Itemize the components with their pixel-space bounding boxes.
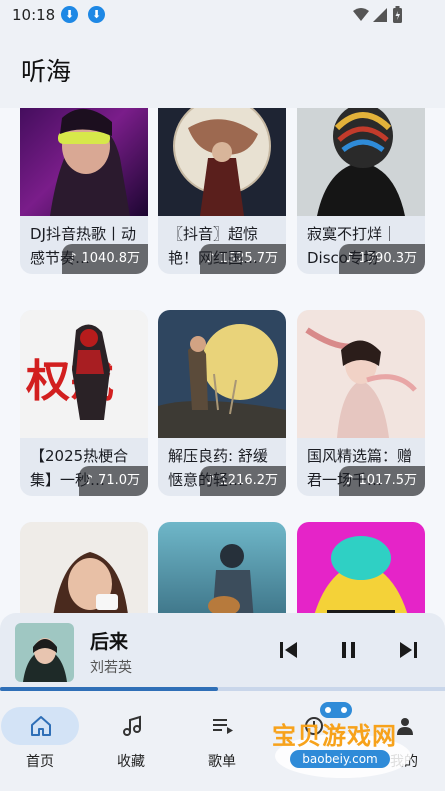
status-icons bbox=[353, 6, 402, 23]
watermark-text: 宝贝游戏网 bbox=[272, 722, 397, 750]
nav-label-playlists: 歌单 bbox=[208, 754, 236, 770]
playlist-cover bbox=[158, 108, 286, 216]
playlist-cover bbox=[158, 522, 286, 613]
watermark-logo: 宝贝游戏网 baobeiy.com bbox=[268, 700, 418, 778]
watermark-url: baobeiy.com bbox=[290, 750, 390, 768]
nav-label-favorites: 收藏 bbox=[117, 754, 145, 770]
playlist-cover: 权戒 bbox=[20, 310, 148, 438]
playlist-title: DJ抖音热歌丨动感节奏… bbox=[30, 225, 136, 267]
playlist-title: 寂寞不打烊｜Disco专场 bbox=[307, 225, 398, 267]
playlist-icon bbox=[213, 719, 233, 734]
pause-icon bbox=[342, 642, 346, 658]
wifi-icon bbox=[353, 8, 369, 21]
playlist-card[interactable] bbox=[297, 522, 425, 613]
previous-button[interactable] bbox=[279, 639, 299, 661]
download-icon: ⬇ bbox=[88, 6, 105, 23]
playlist-cover bbox=[20, 108, 148, 216]
playlist-card[interactable]: ♪ 1040.8万 DJ抖音热歌丨动感节奏… bbox=[20, 108, 148, 274]
playlist-cover bbox=[20, 522, 148, 613]
download-icon: ⬇ bbox=[61, 6, 78, 23]
nav-label-home: 首页 bbox=[26, 754, 54, 770]
pause-button[interactable] bbox=[339, 639, 359, 661]
status-time: 10:18 bbox=[12, 6, 56, 24]
playlist-card[interactable]: ♪ 1390.3万 寂寞不打烊｜Disco专场 bbox=[297, 108, 425, 274]
music-note-icon bbox=[123, 715, 141, 736]
playlist-cover bbox=[297, 108, 425, 216]
nav-icon-container bbox=[183, 707, 261, 745]
playlist-title: 国风精选篇：赠君一场千… bbox=[307, 447, 413, 489]
playlist-cover bbox=[297, 310, 425, 438]
skip-next-icon bbox=[400, 642, 412, 658]
now-playing-artist: 刘若英 bbox=[90, 660, 132, 676]
status-bar: 10:18 ⬇ ⬇ bbox=[0, 0, 445, 30]
playlist-cover bbox=[158, 310, 286, 438]
now-playing-title: 后来 bbox=[90, 631, 129, 653]
playlist-title: 【2025热梗合集】一秒… bbox=[30, 447, 129, 489]
playlist-card[interactable] bbox=[158, 522, 286, 613]
playlist-title: 〖抖音〗超惊艳！网红国… bbox=[168, 225, 259, 267]
playback-progress[interactable] bbox=[0, 687, 445, 691]
mini-player[interactable]: 后来 刘若英 bbox=[0, 613, 445, 691]
playlist-card[interactable]: ♪ 1216.2万 解压良药: 舒缓惬意的轻… bbox=[158, 310, 286, 496]
playlist-card[interactable]: ♪ 1017.5万 国风精选篇：赠君一场千… bbox=[297, 310, 425, 496]
playback-progress-fill bbox=[0, 687, 219, 691]
home-icon bbox=[31, 716, 51, 736]
app-bar: 听海 bbox=[0, 30, 445, 108]
playlist-card[interactable] bbox=[20, 522, 148, 613]
page-title: 听海 bbox=[21, 57, 72, 86]
signal-icon bbox=[373, 8, 387, 22]
playlist-title: 解压良药: 舒缓惬意的轻… bbox=[168, 447, 268, 489]
nav-item-favorites[interactable]: 收藏 bbox=[91, 691, 171, 791]
nav-active-indicator bbox=[1, 707, 79, 745]
now-playing-cover[interactable] bbox=[15, 623, 74, 682]
playlist-cover bbox=[297, 522, 425, 613]
nav-item-home[interactable]: 首页 bbox=[0, 691, 80, 791]
skip-previous-icon bbox=[280, 642, 283, 658]
playlist-card[interactable]: 权戒 ♪ 71.0万 【2025热梗合集】一秒… bbox=[20, 310, 148, 496]
nav-item-playlists[interactable]: 歌单 bbox=[182, 691, 262, 791]
playlist-card[interactable]: ♪ 1525.7万 〖抖音〗超惊艳！网红国… bbox=[158, 108, 286, 274]
playlist-grid[interactable]: ♪ 1040.8万 DJ抖音热歌丨动感节奏… ♪ 1525.7万 〖抖音〗超惊艳！网… bbox=[0, 108, 445, 613]
nav-icon-container bbox=[92, 707, 170, 745]
next-button[interactable] bbox=[398, 639, 418, 661]
